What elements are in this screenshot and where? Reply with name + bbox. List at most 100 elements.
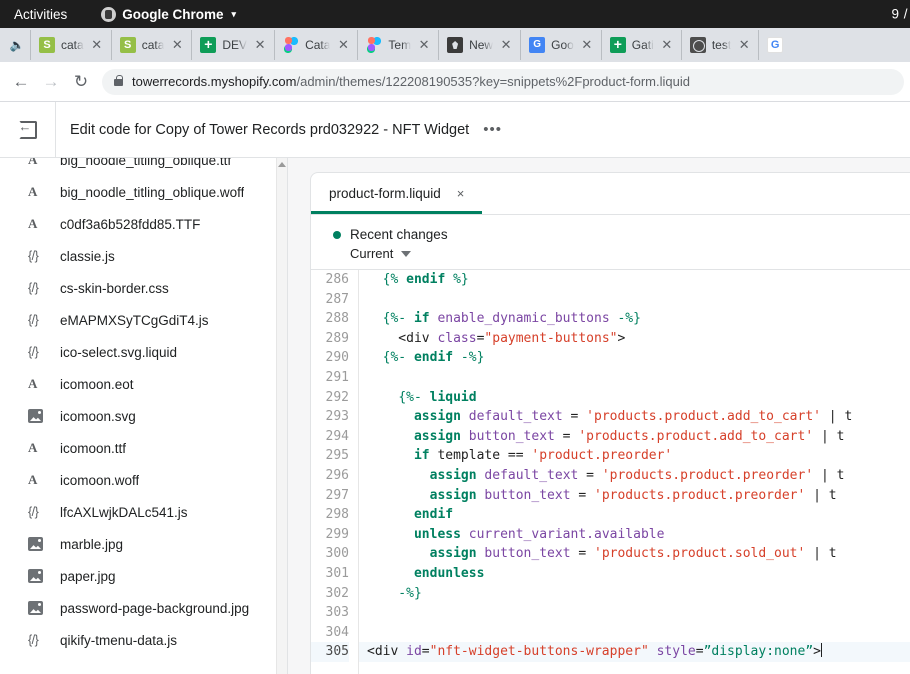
active-app-menu[interactable]: Google Chrome ▾ [101, 7, 236, 22]
code-token [461, 409, 469, 424]
code-line[interactable] [359, 603, 910, 623]
forward-button[interactable]: → [36, 67, 66, 97]
file-list-item[interactable]: {/}qikify-tmenu-data.js [0, 624, 287, 656]
scroll-up-icon[interactable] [278, 162, 286, 167]
close-icon[interactable]: ✕ [578, 37, 596, 53]
browser-tab[interactable]: Gati ✕ [601, 30, 681, 60]
close-icon[interactable]: ✕ [88, 37, 106, 53]
code-token [367, 409, 414, 424]
browser-tab[interactable] [758, 30, 794, 60]
file-list-item[interactable]: paper.jpg [0, 560, 287, 592]
close-icon[interactable]: ✕ [415, 37, 433, 53]
code-line[interactable]: {%- liquid [359, 388, 910, 408]
file-list-item[interactable]: {/}classie.js [0, 240, 287, 272]
font-icon: A [28, 158, 50, 168]
browser-tab[interactable]: New ✕ [438, 30, 520, 60]
file-list-item[interactable]: Aicomoon.woff [0, 464, 287, 496]
code-content[interactable]: {% endif %} {%- if enable_dynamic_button… [359, 270, 910, 674]
line-number: 298 [311, 505, 349, 525]
file-list-item[interactable]: Aicomoon.ttf [0, 432, 287, 464]
close-icon[interactable]: ✕ [735, 37, 753, 53]
tab-title: New [469, 38, 493, 52]
close-icon[interactable]: ✕ [497, 37, 515, 53]
code-token [367, 546, 430, 561]
code-token: class [437, 331, 476, 346]
more-actions-button[interactable]: ••• [483, 121, 502, 138]
code-icon: {/} [28, 249, 50, 263]
code-token: = [555, 429, 578, 444]
version-label: Current [350, 246, 393, 261]
code-line[interactable] [359, 368, 910, 388]
browser-tab[interactable]: DEV ✕ [191, 30, 274, 60]
file-name: eMAPMXSyTCgGdiT4.js [60, 313, 209, 328]
code-line[interactable]: <div class="payment-buttons"> [359, 329, 910, 349]
browser-tab[interactable]: Cata ✕ [274, 30, 357, 60]
file-list-item[interactable]: Abig_noodle_titling_oblique.ttf [0, 158, 287, 176]
tab-title: test [712, 38, 731, 52]
code-line[interactable] [359, 623, 910, 643]
close-icon[interactable]: ✕ [334, 37, 352, 53]
file-list-item[interactable]: Abig_noodle_titling_oblique.woff [0, 176, 287, 208]
code-line[interactable]: endunless [359, 564, 910, 584]
code-line[interactable]: assign button_text = 'products.product.p… [359, 486, 910, 506]
line-number: 299 [311, 525, 349, 545]
exit-editor-button[interactable] [0, 102, 56, 157]
page-header: Edit code for Copy of Tower Records prd0… [0, 102, 910, 158]
browser-tab[interactable]: test ✕ [681, 30, 758, 60]
browser-tab[interactable]: Tem ✕ [357, 30, 438, 60]
version-selector[interactable]: Current [350, 246, 910, 261]
reload-button[interactable]: ↻ [66, 67, 96, 97]
file-list-item[interactable]: icomoon.svg [0, 400, 287, 432]
code-line[interactable]: assign button_text = 'products.product.s… [359, 544, 910, 564]
tab-product-form-liquid[interactable]: product-form.liquid × [311, 173, 482, 214]
line-number: 294 [311, 427, 349, 447]
clock[interactable]: 9 / [891, 7, 908, 22]
back-button[interactable]: ← [6, 67, 36, 97]
google-sheets-icon [610, 37, 626, 53]
code-line[interactable]: {% endif %} [359, 270, 910, 290]
file-name: icomoon.woff [60, 473, 139, 488]
code-line[interactable] [359, 290, 910, 310]
code-token: {%- [383, 311, 414, 326]
browser-tab[interactable]: Goo ✕ [520, 30, 601, 60]
file-list-item[interactable]: {/}eMAPMXSyTCgGdiT4.js [0, 304, 287, 336]
close-icon[interactable]: ✕ [251, 37, 269, 53]
file-list-item[interactable]: {/}cs-skin-border.css [0, 272, 287, 304]
close-icon[interactable]: ✕ [168, 37, 186, 53]
code-line[interactable]: assign default_text = 'products.product.… [359, 466, 910, 486]
browser-tab[interactable]: cata ✕ [30, 30, 111, 60]
audio-icon[interactable]: 🔈 [4, 38, 30, 52]
code-line[interactable]: assign default_text = 'products.product.… [359, 407, 910, 427]
sidebar-scrollbar[interactable] [276, 158, 287, 674]
file-list-item[interactable]: {/}ico-select.svg.liquid [0, 336, 287, 368]
code-token: endif [406, 272, 445, 287]
tab-title: DEV [222, 38, 247, 52]
address-bar[interactable]: towerrecords.myshopify.com /admin/themes… [102, 69, 904, 95]
file-list-item[interactable]: marble.jpg [0, 528, 287, 560]
code-line[interactable]: -%} [359, 584, 910, 604]
image-icon [28, 569, 43, 583]
code-line[interactable]: {%- endif -%} [359, 348, 910, 368]
code-line[interactable]: <div id="nft-widget-buttons-wrapper" sty… [359, 642, 910, 662]
code-token [367, 448, 414, 463]
code-editor[interactable]: 2862872882892902912922932942952962972982… [311, 269, 910, 674]
code-line[interactable]: if template == 'product.preorder' [359, 446, 910, 466]
code-token: assign [414, 429, 461, 444]
code-token: current_variant.available [469, 527, 665, 542]
code-token: template == [430, 448, 532, 463]
file-list-item[interactable]: Aicomoon.eot [0, 368, 287, 400]
file-list-item[interactable]: password-page-background.jpg [0, 592, 287, 624]
file-list-item[interactable]: Ac0df3a6b528fdd85.TTF [0, 208, 287, 240]
code-line[interactable]: endif [359, 505, 910, 525]
close-icon[interactable]: × [457, 186, 465, 201]
code-token: 'products.product.preorder' [602, 468, 813, 483]
activities-button[interactable]: Activities [0, 7, 81, 22]
close-icon[interactable]: ✕ [658, 37, 676, 53]
code-line[interactable]: unless current_variant.available [359, 525, 910, 545]
file-list-item[interactable]: {/}lfcAXLwjkDALc541.js [0, 496, 287, 528]
code-line[interactable]: {%- if enable_dynamic_buttons -%} [359, 309, 910, 329]
browser-tab[interactable]: cata ✕ [111, 30, 192, 60]
file-name: c0df3a6b528fdd85.TTF [60, 217, 200, 232]
line-number: 290 [311, 348, 349, 368]
code-line[interactable]: assign button_text = 'products.product.a… [359, 427, 910, 447]
